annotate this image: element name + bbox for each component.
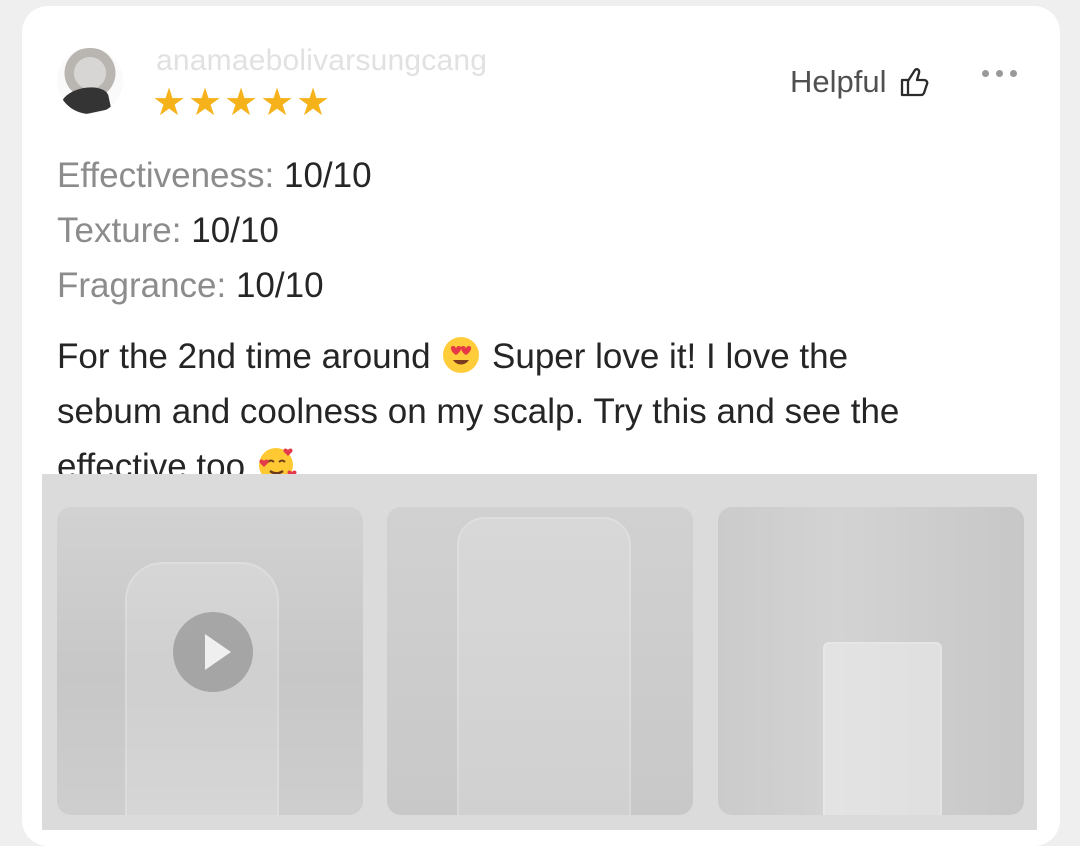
smiling-face-with-heart-eyes-emoji [443,337,480,373]
star-icon: ★ [296,82,331,124]
review-card: anamaebolivarsungcang ★ ★ ★ ★ ★ Helpful … [22,6,1060,846]
star-icon: ★ [188,82,223,124]
more-options-button[interactable] [982,70,1017,77]
review-media-gallery [42,474,1037,830]
texture-rating: Texture: 10/10 [57,211,279,250]
helpful-button[interactable]: Helpful [790,64,931,100]
product-image [457,517,631,815]
fragrance-rating: Fragrance: 10/10 [57,266,324,305]
more-options-icon [982,70,989,77]
avatar[interactable] [57,48,123,114]
review-photo-thumbnail[interactable] [718,507,1024,815]
effectiveness-rating: Effectiveness: 10/10 [57,156,372,195]
product-image [823,642,942,815]
reviewer-username[interactable]: anamaebolivarsungcang [156,44,487,78]
star-rating: ★ ★ ★ ★ ★ [152,82,331,124]
helpful-label: Helpful [790,64,887,99]
thumbs-up-icon [900,68,928,97]
play-icon[interactable] [173,612,253,692]
review-video-thumbnail[interactable] [57,507,363,815]
star-icon: ★ [260,82,295,124]
star-icon: ★ [224,82,259,124]
review-photo-thumbnail[interactable] [387,507,693,815]
review-text: For the 2nd time around Super love it! I… [57,329,1017,494]
avatar-photo [58,83,112,114]
star-icon: ★ [152,82,187,124]
